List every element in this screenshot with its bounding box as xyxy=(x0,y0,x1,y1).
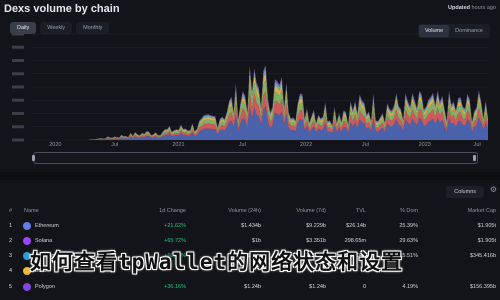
header-volume-24h[interactable]: Volume (24h) xyxy=(228,208,261,214)
header-dominance[interactable]: % Dom xyxy=(400,208,418,214)
row-market-cap: $1.905t xyxy=(477,238,496,244)
x-tick-label: Jul xyxy=(474,142,481,148)
row-rank: 2 xyxy=(9,238,13,244)
updated-info: Updated hours ago xyxy=(448,5,496,11)
y-tick-label xyxy=(12,45,24,49)
row-rank: 3 xyxy=(9,253,13,259)
x-tick-label: 2023 xyxy=(419,142,431,148)
settings-gear-icon[interactable]: ⚙ xyxy=(490,185,497,194)
x-tick-label: 2022 xyxy=(300,142,312,148)
header-1d-change[interactable]: 1d Change xyxy=(159,208,186,214)
chain-logo-icon xyxy=(23,237,31,245)
row-dominance: 25.39% xyxy=(399,223,418,229)
row-volume-24h: $1.24b xyxy=(244,284,261,290)
brush-left-handle[interactable] xyxy=(32,155,35,161)
table-row[interactable]: 5 Polygon +36.16% $1.24b $1.24b 0 4.19% $156.39… xyxy=(0,281,500,295)
x-tick-label: Jul xyxy=(111,142,118,148)
header-volume-7d[interactable]: Volume (7d) xyxy=(296,208,326,214)
dex-volume-chart-card: Dexs volume by chain Updated hours ago D… xyxy=(0,0,500,172)
updated-label: Updated xyxy=(448,5,470,11)
row-tvl: $26.14b xyxy=(346,223,366,229)
y-tick-label xyxy=(12,138,24,142)
header-rank[interactable]: # xyxy=(9,208,19,214)
y-tick-label xyxy=(12,59,24,62)
row-rank: 4 xyxy=(9,268,13,274)
y-tick-label xyxy=(12,72,24,76)
row-tvl: 0 xyxy=(362,284,366,290)
y-tick-label xyxy=(12,98,24,102)
row-tvl: 298.65m xyxy=(344,238,366,244)
chain-name[interactable]: Ethereum xyxy=(35,223,59,229)
row-volume-7d: $1.24b xyxy=(309,284,326,290)
y-tick-label xyxy=(12,125,24,129)
row-rank: 5 xyxy=(9,284,13,290)
article-title-overlay: 如何查看tpWallet的网络状态和设置 xyxy=(30,250,404,274)
row-dominance: 4.19% xyxy=(402,284,418,290)
row-dominance: 29.63% xyxy=(399,238,418,244)
table-header: # Name 1d Change Volume (24h) Volume (7d… xyxy=(0,205,500,219)
x-tick-label: Jul xyxy=(239,142,246,148)
volume-chart-svg[interactable]: 2020 Jul 2021 Jul 2022 Jul 2023 Jul xyxy=(10,30,490,148)
x-tick-label: Jul xyxy=(362,142,369,148)
row-1d-change: +65.72% xyxy=(164,238,186,244)
row-market-cap: $1.905t xyxy=(477,223,496,229)
x-tick-label: 2020 xyxy=(49,142,61,148)
row-1d-change: +21.62% xyxy=(164,223,186,229)
chart-title: Dexs volume by chain xyxy=(4,3,120,15)
chain-name[interactable]: Solana xyxy=(35,238,52,244)
chain-logo-icon xyxy=(23,283,31,291)
chain-logo-icon xyxy=(23,222,31,230)
columns-button[interactable]: Columns xyxy=(446,186,484,198)
brush-right-handle[interactable] xyxy=(473,155,476,161)
row-1d-change: +36.16% xyxy=(164,284,186,290)
row-volume-24h: $1b xyxy=(251,238,261,244)
row-market-cap: $156.395b xyxy=(470,284,496,290)
header-tvl[interactable]: TVL xyxy=(356,208,366,214)
row-volume-7d: $9.229b xyxy=(306,223,326,229)
row-volume-7d: $3.351b xyxy=(306,238,326,244)
range-brush[interactable] xyxy=(32,152,478,164)
row-volume-24h: $1.434b xyxy=(241,223,261,229)
table-row[interactable]: 1 Ethereum +21.62% $1.434b $9.229b $26.14b 25.… xyxy=(0,220,500,234)
y-tick-label xyxy=(12,32,24,36)
x-tick-label: 2021 xyxy=(172,142,184,148)
header-name[interactable]: Name xyxy=(24,208,39,214)
y-tick-label xyxy=(12,112,24,115)
volume-chart[interactable]: 2020 Jul 2021 Jul 2022 Jul 2023 Jul xyxy=(10,30,490,148)
chain-name[interactable]: Polygon xyxy=(35,284,55,290)
y-tick-label xyxy=(12,85,24,89)
updated-value: hours ago xyxy=(471,5,496,11)
chains-table-card: Columns ⚙ # Name 1d Change Volume (24h) … xyxy=(0,180,500,300)
row-rank: 1 xyxy=(9,223,13,229)
header-market-cap[interactable]: Market Cap xyxy=(468,208,496,214)
